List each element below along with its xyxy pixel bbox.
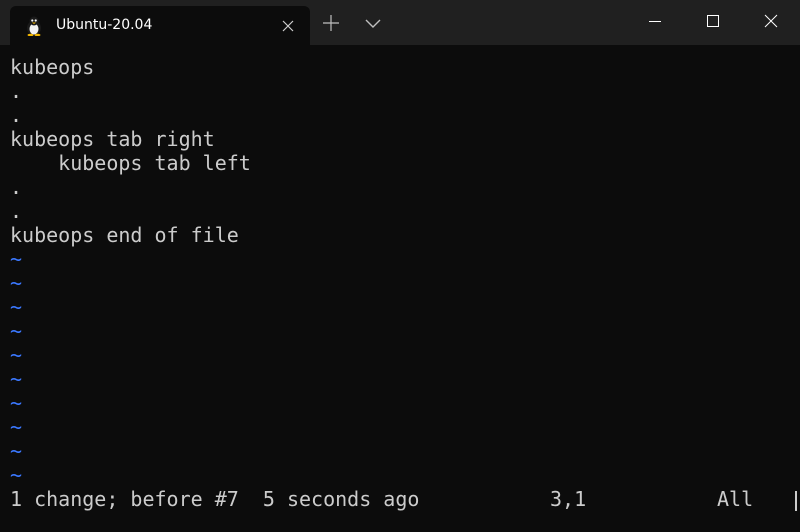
chevron-down-icon	[365, 19, 381, 28]
cursor-position: 3,1	[550, 487, 587, 511]
tab-dropdown-button[interactable]	[362, 12, 384, 34]
maximize-button[interactable]	[690, 0, 736, 42]
empty-line-marker: ~	[10, 415, 23, 439]
tab-title: Ubuntu-20.04	[56, 17, 153, 33]
minimize-button[interactable]	[632, 0, 678, 42]
new-tab-button[interactable]	[320, 12, 342, 34]
buffer-line: kubeops end of file	[10, 223, 239, 247]
close-button[interactable]	[748, 0, 794, 42]
buffer-line: kubeops tab left	[10, 151, 251, 175]
buffer-line: .	[10, 79, 23, 103]
vim-editor-buffer[interactable]: kubeops . . kubeops tab right kubeops ta…	[10, 55, 800, 525]
tab-close-icon[interactable]	[278, 16, 298, 36]
tux-penguin-icon	[25, 16, 43, 37]
buffer-line: kubeops tab right	[10, 127, 215, 151]
empty-line-marker: ~	[10, 319, 23, 343]
buffer-line: .	[10, 199, 23, 223]
empty-line-marker: ~	[10, 439, 23, 463]
empty-line-marker: ~	[10, 343, 23, 367]
empty-line-marker: ~	[10, 295, 23, 319]
status-message: 1 change; before #7 5 seconds ago	[10, 487, 420, 511]
buffer-line: .	[10, 103, 23, 127]
buffer-line: .	[10, 175, 23, 199]
tab-ubuntu[interactable]: Ubuntu-20.04	[10, 6, 310, 45]
empty-line-marker: ~	[10, 463, 23, 487]
text-cursor	[795, 491, 797, 511]
plus-icon	[323, 15, 339, 31]
maximize-icon	[707, 15, 719, 27]
empty-line-marker: ~	[10, 247, 23, 271]
close-icon	[764, 14, 778, 28]
title-bar: Ubuntu-20.04	[0, 0, 800, 45]
terminal-window: Ubuntu-20.04 kubeops . . kubeops tab rig…	[0, 0, 800, 532]
scroll-indicator: All	[717, 487, 754, 511]
empty-line-marker: ~	[10, 271, 23, 295]
minimize-icon	[649, 21, 661, 22]
buffer-line: kubeops	[10, 55, 95, 79]
empty-line-marker: ~	[10, 391, 23, 415]
vim-status-line: 1 change; before #7 5 seconds ago 3,1 Al…	[10, 487, 800, 511]
empty-line-marker: ~	[10, 367, 23, 391]
